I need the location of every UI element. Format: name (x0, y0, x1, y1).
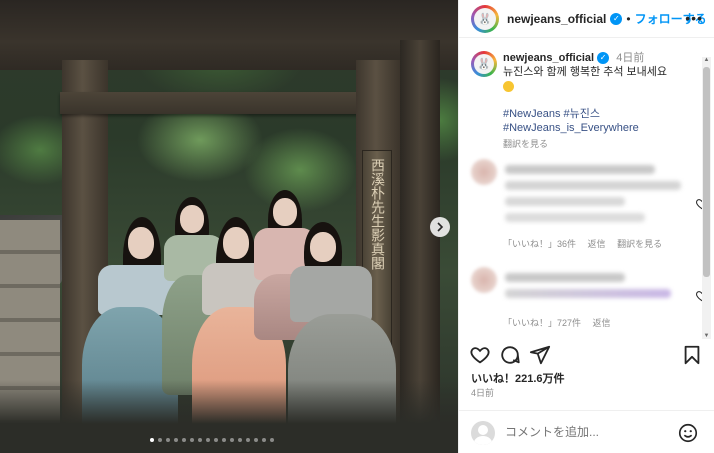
hashtag-link[interactable]: #NewJeans (503, 108, 560, 120)
bookmark-icon[interactable] (681, 344, 703, 366)
scroll-up-icon[interactable]: ▲ (702, 57, 711, 63)
blurred-comment-text (505, 181, 681, 190)
post-info-panel: 🐰 newjeans_official ✓ • フォローする ••• 🐰 new… (458, 0, 714, 453)
comment-icon[interactable] (499, 344, 521, 366)
comment-item: 「いいね！」36件 返信 翻訳を見る (471, 159, 709, 250)
bunny-logo-icon: 🐰 (477, 58, 491, 71)
carousel-dot[interactable] (230, 438, 234, 442)
sun-emoji-icon (503, 80, 514, 92)
comment-meta: 「いいね！」36件 返信 翻訳を見る (503, 237, 671, 250)
caption-avatar[interactable]: 🐰 (471, 51, 497, 77)
carousel-dot[interactable] (222, 438, 226, 442)
comment-meta: 「いいね！」727件 返信 (503, 316, 620, 329)
scrollbar[interactable]: ▲ ▼ (702, 57, 711, 339)
carousel-dot[interactable] (206, 438, 210, 442)
blurred-comment-text (505, 273, 625, 282)
carousel-indicator (150, 438, 274, 442)
commenter-avatar[interactable] (471, 159, 497, 185)
chevron-right-icon (437, 222, 444, 232)
carousel-dot[interactable] (166, 438, 170, 442)
commenter-avatar[interactable] (471, 267, 497, 293)
carousel-dot[interactable] (198, 438, 202, 442)
translate-link[interactable]: 翻訳を見る (503, 137, 693, 151)
carousel-dot[interactable] (158, 438, 162, 442)
add-comment-bar (459, 410, 714, 453)
carousel-dot[interactable] (214, 438, 218, 442)
blurred-comment-text (505, 289, 671, 298)
carousel-dot[interactable] (246, 438, 250, 442)
blurred-comment-text (505, 213, 645, 222)
scroll-down-icon[interactable]: ▼ (702, 333, 711, 339)
reply-button[interactable]: 返信 (593, 318, 611, 328)
comment-input[interactable] (505, 425, 655, 439)
scrollbar-thumb[interactable] (703, 67, 710, 277)
share-icon[interactable] (529, 344, 551, 366)
caption: 🐰 newjeans_official ✓ 4日前 뉴진스와 함께 행복한 추석… (471, 51, 693, 151)
action-bar (459, 342, 714, 368)
heart-icon[interactable] (469, 344, 491, 366)
carousel-next-button[interactable] (430, 217, 450, 237)
blurred-comment-text (505, 165, 655, 174)
hashtag-list: #NewJeans #뉴진스 #NewJeans_is_Everywhere (503, 107, 693, 135)
comment-likes[interactable]: 「いいね！」36件 (503, 239, 576, 249)
smiley-icon[interactable] (677, 422, 699, 444)
carousel-dot[interactable] (270, 438, 274, 442)
carousel-dot[interactable] (262, 438, 266, 442)
verified-badge-icon: ✓ (597, 52, 610, 65)
hashtag-link[interactable]: #NewJeans_is_Everywhere (503, 122, 639, 134)
carousel-dot[interactable] (254, 438, 258, 442)
caption-time[interactable]: 4日前 (616, 52, 644, 64)
post-date[interactable]: 4日前 (471, 386, 494, 399)
separator-dot: • (626, 11, 631, 26)
post-photo[interactable]: 西溪朴先生影真閣 (0, 0, 458, 453)
bunny-logo-icon: 🐰 (478, 13, 492, 25)
comment-likes[interactable]: 「いいね！」727件 (503, 318, 581, 328)
account-avatar[interactable]: 🐰 (471, 4, 499, 33)
user-avatar (471, 421, 495, 445)
carousel-dot[interactable] (238, 438, 242, 442)
comment-item: 「いいね！」727件 返信 (471, 267, 709, 339)
carousel-dot[interactable] (174, 438, 178, 442)
comments-scroll-area[interactable]: 🐰 newjeans_official ✓ 4日前 뉴진스와 함께 행복한 추석… (459, 39, 714, 339)
hashtag-link[interactable]: #뉴진스 (564, 108, 600, 120)
caption-text: 뉴진스와 함께 행복한 추석 보내세요 (503, 66, 668, 78)
translate-link[interactable]: 翻訳を見る (617, 239, 662, 249)
like-count[interactable]: いいね！221.6万件 (471, 370, 565, 386)
caption-username[interactable]: newjeans_official (503, 52, 594, 64)
carousel-dot[interactable] (150, 438, 154, 442)
reply-button[interactable]: 返信 (588, 239, 606, 249)
carousel-dot[interactable] (190, 438, 194, 442)
more-options-icon[interactable]: ••• (685, 10, 703, 26)
ground-shadow (0, 380, 458, 453)
carousel-dot[interactable] (182, 438, 186, 442)
account-username[interactable]: newjeans_official (507, 12, 606, 26)
verified-badge-icon: ✓ (610, 12, 623, 25)
post-header: 🐰 newjeans_official ✓ • フォローする ••• (459, 0, 714, 38)
blurred-comment-text (505, 197, 625, 206)
